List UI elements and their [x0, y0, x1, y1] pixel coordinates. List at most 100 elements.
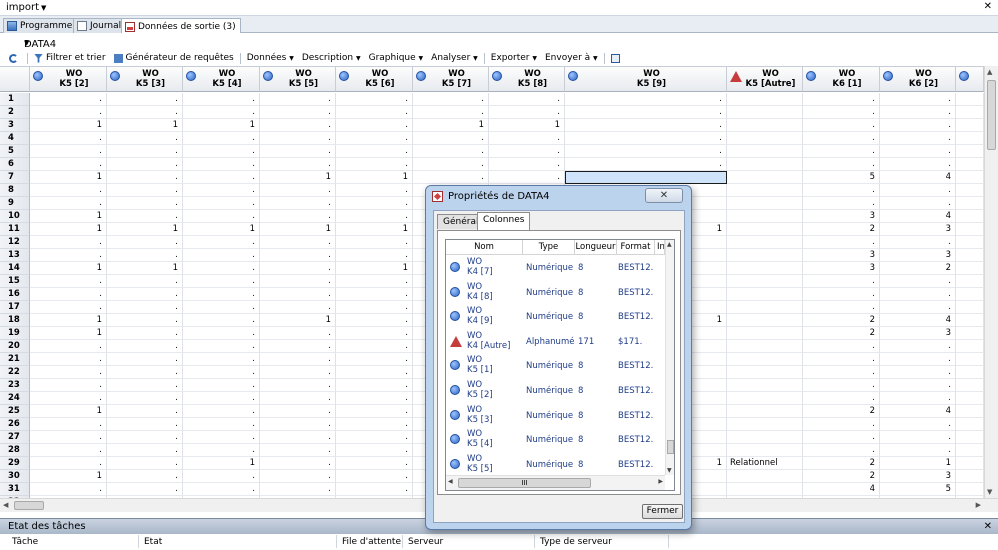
table-cell[interactable]: .: [107, 275, 183, 288]
column-header[interactable]: WO K6 [2]: [880, 67, 956, 92]
table-cell[interactable]: .: [489, 93, 565, 106]
table-cell[interactable]: 2: [803, 327, 880, 340]
row-number[interactable]: 4: [0, 132, 30, 145]
table-cell[interactable]: [727, 327, 803, 340]
column-header[interactable]: WO K5 [2]: [30, 67, 107, 92]
table-cell[interactable]: [956, 353, 984, 366]
table-cell[interactable]: 1: [183, 119, 260, 132]
column-header[interactable]: WO K5 [9]: [565, 67, 727, 92]
scroll-thumb[interactable]: III: [458, 478, 591, 488]
table-cell[interactable]: 4: [803, 483, 880, 496]
table-cell[interactable]: [956, 119, 984, 132]
list-item[interactable]: WO K4 [9] Numérique 8 BEST12.: [446, 305, 662, 330]
table-cell[interactable]: .: [803, 158, 880, 171]
table-cell[interactable]: 1: [260, 223, 336, 236]
table-cell[interactable]: .: [803, 106, 880, 119]
analyze-menu[interactable]: Analyser ▼: [427, 53, 482, 63]
table-cell[interactable]: .: [107, 353, 183, 366]
table-cell[interactable]: .: [489, 158, 565, 171]
table-cell[interactable]: .: [260, 262, 336, 275]
table-cell[interactable]: .: [880, 93, 956, 106]
table-cell[interactable]: 3: [803, 210, 880, 223]
table-cell[interactable]: .: [30, 106, 107, 119]
table-cell[interactable]: [956, 288, 984, 301]
table-cell[interactable]: .: [260, 366, 336, 379]
table-cell[interactable]: .: [30, 301, 107, 314]
table-cell[interactable]: .: [565, 106, 727, 119]
column-header[interactable]: WO K5 [Autre]: [727, 67, 803, 92]
table-cell[interactable]: .: [803, 275, 880, 288]
table-cell[interactable]: [956, 262, 984, 275]
table-cell[interactable]: 2: [880, 262, 956, 275]
table-cell[interactable]: .: [183, 210, 260, 223]
table-cell[interactable]: [956, 197, 984, 210]
table-cell[interactable]: [727, 392, 803, 405]
column-header[interactable]: [956, 67, 984, 92]
table-cell[interactable]: .: [183, 132, 260, 145]
row-number[interactable]: 31: [0, 483, 30, 496]
table-cell[interactable]: .: [107, 184, 183, 197]
row-number[interactable]: 12: [0, 236, 30, 249]
table-cell[interactable]: .: [260, 158, 336, 171]
row-number[interactable]: 21: [0, 353, 30, 366]
table-cell[interactable]: 1: [30, 210, 107, 223]
table-cell[interactable]: .: [413, 106, 489, 119]
row-number[interactable]: 24: [0, 392, 30, 405]
table-cell[interactable]: .: [183, 249, 260, 262]
table-cell[interactable]: .: [183, 314, 260, 327]
columns-list[interactable]: Nom Type Longueur Format In WO K4 [7] Numé…: [445, 239, 675, 491]
table-cell[interactable]: .: [489, 145, 565, 158]
table-cell[interactable]: [956, 405, 984, 418]
list-header-format[interactable]: Format: [617, 240, 655, 255]
table-cell[interactable]: .: [336, 327, 413, 340]
table-cell[interactable]: [727, 288, 803, 301]
table-cell[interactable]: 1: [30, 470, 107, 483]
table-cell[interactable]: .: [565, 119, 727, 132]
table-cell[interactable]: 1: [183, 223, 260, 236]
table-cell[interactable]: 1: [107, 223, 183, 236]
column-header[interactable]: WO K5 [5]: [260, 67, 336, 92]
table-cell[interactable]: [727, 379, 803, 392]
scroll-thumb[interactable]: [14, 501, 44, 510]
table-cell[interactable]: .: [260, 236, 336, 249]
table-cell[interactable]: .: [880, 288, 956, 301]
row-number[interactable]: 18: [0, 314, 30, 327]
table-cell[interactable]: .: [107, 197, 183, 210]
table-cell[interactable]: .: [803, 418, 880, 431]
refresh-button[interactable]: [0, 53, 25, 63]
table-cell[interactable]: .: [30, 93, 107, 106]
table-cell[interactable]: .: [489, 106, 565, 119]
table-cell[interactable]: .: [260, 249, 336, 262]
table-cell[interactable]: 1: [30, 119, 107, 132]
table-cell[interactable]: 2: [803, 405, 880, 418]
table-cell[interactable]: .: [30, 444, 107, 457]
table-cell[interactable]: 1: [183, 457, 260, 470]
list-item[interactable]: WO K5 [3] Numérique 8 BEST12.: [446, 404, 662, 429]
table-cell[interactable]: 5: [880, 483, 956, 496]
table-cell[interactable]: 4: [880, 405, 956, 418]
table-cell[interactable]: .: [260, 340, 336, 353]
table-cell[interactable]: [727, 340, 803, 353]
table-cell[interactable]: .: [183, 275, 260, 288]
table-cell[interactable]: .: [413, 145, 489, 158]
table-cell[interactable]: .: [183, 379, 260, 392]
table-cell[interactable]: [727, 405, 803, 418]
table-cell[interactable]: .: [880, 366, 956, 379]
table-cell[interactable]: .: [803, 184, 880, 197]
table-cell[interactable]: .: [880, 379, 956, 392]
row-number[interactable]: 28: [0, 444, 30, 457]
table-cell[interactable]: .: [260, 418, 336, 431]
table-cell[interactable]: 3: [803, 262, 880, 275]
table-cell[interactable]: .: [803, 197, 880, 210]
table-cell[interactable]: [727, 353, 803, 366]
table-cell[interactable]: .: [183, 392, 260, 405]
table-cell[interactable]: .: [107, 171, 183, 184]
table-cell[interactable]: [956, 327, 984, 340]
table-cell[interactable]: .: [183, 262, 260, 275]
task-col-header[interactable]: Type de serveur: [540, 537, 612, 547]
table-cell[interactable]: 4: [880, 171, 956, 184]
table-cell[interactable]: [727, 132, 803, 145]
table-cell[interactable]: [956, 132, 984, 145]
table-cell[interactable]: [727, 93, 803, 106]
list-item[interactable]: WO K4 [7] Numérique 8 BEST12.: [446, 256, 662, 281]
